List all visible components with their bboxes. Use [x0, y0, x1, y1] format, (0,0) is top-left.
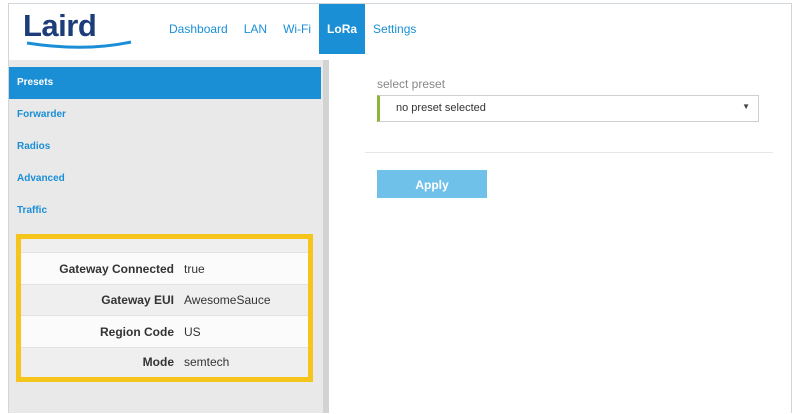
- preset-select-value: no preset selected: [396, 102, 486, 114]
- nav-settings[interactable]: Settings: [365, 4, 424, 54]
- status-row-gateway-connected: Gateway Connected true: [21, 252, 308, 285]
- sidebar-item-advanced[interactable]: Advanced: [9, 163, 321, 195]
- sidebar-item-forwarder[interactable]: Forwarder: [9, 99, 321, 131]
- sidebar-item-presets[interactable]: Presets: [9, 67, 321, 99]
- preset-label: select preset: [377, 77, 446, 91]
- status-key: Region Code: [100, 324, 174, 339]
- preset-select[interactable]: no preset selected ▼: [377, 95, 759, 122]
- status-value: true: [184, 261, 205, 276]
- status-row-region-code: Region Code US: [21, 315, 308, 348]
- sidebar-menu: Presets Forwarder Radios Advanced Traffi…: [9, 67, 321, 227]
- status-key: Gateway Connected: [59, 261, 174, 276]
- apply-button[interactable]: Apply: [377, 170, 487, 198]
- divider: [365, 152, 773, 153]
- app-window: Laird Dashboard LAN Wi-Fi LoRa Settings …: [8, 3, 792, 413]
- main-panel: select preset no preset selected ▼ Apply: [329, 60, 791, 413]
- status-value: semtech: [184, 354, 230, 369]
- gateway-status-panel: Gateway Connected true Gateway EUI Aweso…: [16, 234, 313, 382]
- caret-down-icon: ▼: [742, 102, 750, 111]
- status-value: AwesomeSauce: [184, 292, 271, 307]
- nav-lora[interactable]: LoRa: [319, 4, 366, 54]
- sidebar-item-traffic[interactable]: Traffic: [9, 195, 321, 227]
- status-value: US: [184, 324, 201, 339]
- nav-dashboard[interactable]: Dashboard: [161, 4, 236, 54]
- status-key: Mode: [142, 354, 174, 369]
- laird-logo[interactable]: Laird: [23, 8, 97, 44]
- top-nav-bar: Laird Dashboard LAN Wi-Fi LoRa Settings: [9, 4, 791, 61]
- status-row-gateway-eui: Gateway EUI AwesomeSauce: [21, 284, 308, 315]
- nav-lan[interactable]: LAN: [236, 4, 275, 54]
- nav-wifi[interactable]: Wi-Fi: [275, 4, 319, 54]
- logo-swoosh-icon: [26, 40, 132, 49]
- sidebar-item-radios[interactable]: Radios: [9, 131, 321, 163]
- sidebar: Presets Forwarder Radios Advanced Traffi…: [9, 60, 329, 413]
- main-nav: Dashboard LAN Wi-Fi LoRa Settings: [161, 4, 424, 54]
- status-row-mode: Mode semtech: [21, 346, 308, 377]
- status-key: Gateway EUI: [101, 292, 174, 307]
